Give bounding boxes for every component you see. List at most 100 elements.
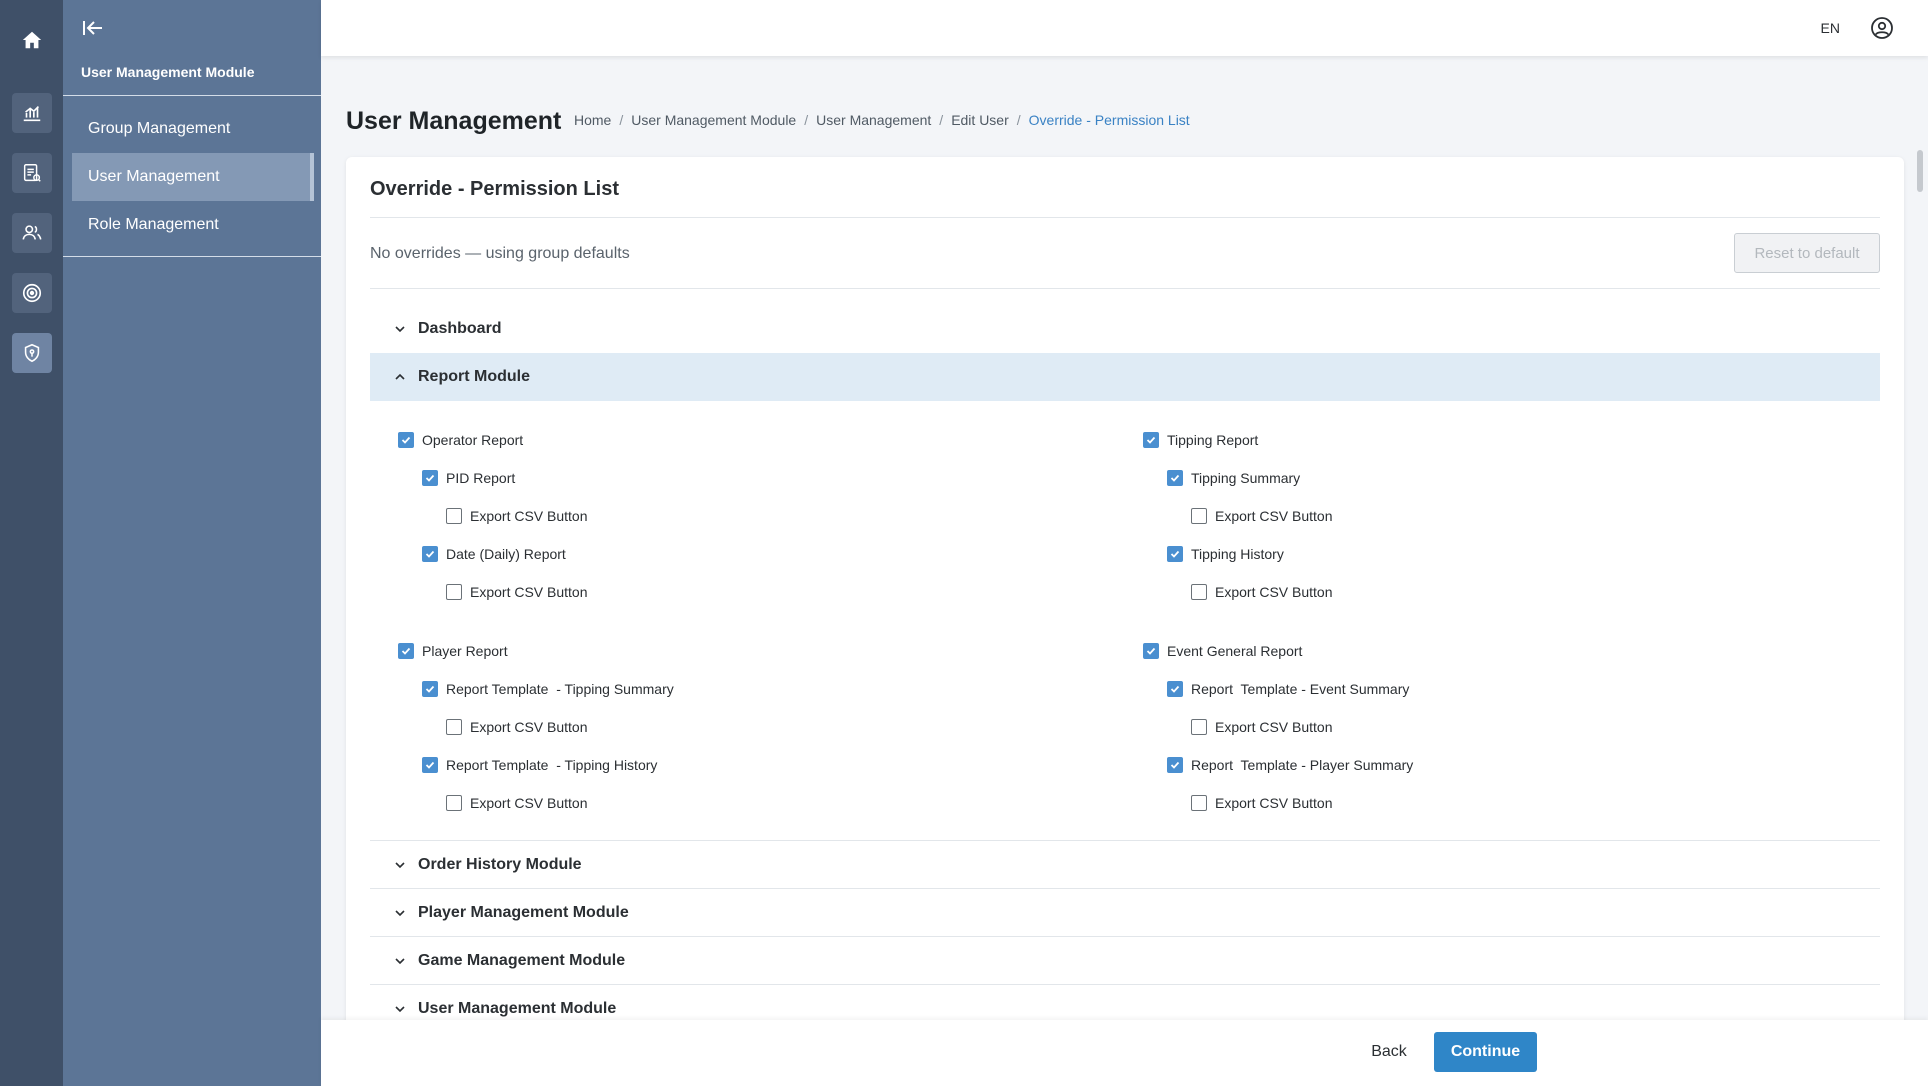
perm-tipping-report[interactable]: Tipping Report xyxy=(1143,432,1258,448)
perm-label: Export CSV Button xyxy=(470,719,588,735)
section-label: Dashboard xyxy=(418,320,502,337)
checkbox-unchecked[interactable] xyxy=(1191,719,1207,735)
breadcrumb-separator: / xyxy=(939,112,944,128)
perm-template-event-summary[interactable]: Report Template - Event Summary xyxy=(1167,681,1409,697)
checkbox-unchecked[interactable] xyxy=(1191,584,1207,600)
perm-tipping-summary[interactable]: Tipping Summary xyxy=(1167,470,1300,486)
section-dashboard[interactable]: Dashboard xyxy=(370,305,1880,353)
perm-label: Player Report xyxy=(422,643,508,659)
checkbox-checked[interactable] xyxy=(1143,432,1159,448)
checkbox-unchecked[interactable] xyxy=(446,508,462,524)
chevron-down-icon xyxy=(395,1006,405,1013)
users-icon[interactable] xyxy=(12,213,52,253)
checkbox-checked[interactable] xyxy=(1167,546,1183,562)
checkbox-checked[interactable] xyxy=(1143,643,1159,659)
perm-label: PID Report xyxy=(446,470,516,486)
continue-button[interactable]: Continue xyxy=(1434,1032,1537,1072)
breadcrumb-separator: / xyxy=(1016,112,1021,128)
perm-label: Tipping Summary xyxy=(1191,470,1301,486)
chevron-up-icon xyxy=(395,373,405,380)
perm-tipping-history-export-csv[interactable]: Export CSV Button xyxy=(446,795,588,811)
perm-label: Report Template - Tipping Summary xyxy=(446,681,674,697)
sidebar-divider xyxy=(63,256,321,257)
back-button[interactable]: Back xyxy=(1349,1032,1429,1072)
checkbox-checked[interactable] xyxy=(422,757,438,773)
breadcrumb-home[interactable]: Home xyxy=(574,112,611,128)
checkbox-checked[interactable] xyxy=(398,643,414,659)
report-chart-icon[interactable] xyxy=(12,93,52,133)
perm-player-report[interactable]: Player Report xyxy=(398,643,508,659)
perm-tipping-history[interactable]: Tipping History xyxy=(1167,546,1284,562)
sidebar-item-group-management[interactable]: Group Management xyxy=(72,105,310,153)
perm-pid-export-csv[interactable]: Export CSV Button xyxy=(446,508,588,524)
checkbox-unchecked[interactable] xyxy=(446,795,462,811)
perm-label: Event General Report xyxy=(1167,643,1303,659)
perm-label: Report Template - Event Summary xyxy=(1191,681,1410,697)
perm-label: Date (Daily) Report xyxy=(446,546,566,562)
checkbox-checked[interactable] xyxy=(1167,681,1183,697)
perm-label: Export CSV Button xyxy=(1215,795,1333,811)
perm-label: Export CSV Button xyxy=(1215,719,1333,735)
perm-date-daily-report[interactable]: Date (Daily) Report xyxy=(422,546,566,562)
perm-player-summary-csv[interactable]: Export CSV Button xyxy=(1191,795,1333,811)
breadcrumb-user-management[interactable]: User Management xyxy=(816,112,931,128)
perm-date-export-csv[interactable]: Export CSV Button xyxy=(446,584,588,600)
perm-template-tipping-summary[interactable]: Report Template - Tipping Summary xyxy=(422,681,674,697)
perm-label: Tipping Report xyxy=(1167,432,1259,448)
perm-event-general-report[interactable]: Event General Report xyxy=(1143,643,1302,659)
perm-pid-report[interactable]: PID Report xyxy=(422,470,515,486)
chevron-down-icon xyxy=(395,910,405,917)
target-icon[interactable] xyxy=(12,273,52,313)
checkbox-checked[interactable] xyxy=(398,432,414,448)
section-game-management[interactable]: Game Management Module xyxy=(370,937,1880,985)
breadcrumb-current: Override - Permission List xyxy=(1028,112,1190,128)
breadcrumb-user-management-module[interactable]: User Management Module xyxy=(631,112,796,128)
shield-icon[interactable] xyxy=(12,333,52,373)
module-sidebar: User Management Module Group Management … xyxy=(63,0,321,1086)
checkbox-checked[interactable] xyxy=(422,470,438,486)
user-account-icon[interactable] xyxy=(1870,16,1894,40)
collapse-sidebar-icon[interactable] xyxy=(81,17,105,39)
page-scrollbar[interactable] xyxy=(1917,150,1923,192)
perm-label: Report Template - Player Summary xyxy=(1191,757,1414,773)
sidebar-item-role-management[interactable]: Role Management xyxy=(72,201,310,249)
checkbox-unchecked[interactable] xyxy=(1191,795,1207,811)
perm-label: Operator Report xyxy=(422,432,524,448)
checkbox-checked[interactable] xyxy=(422,681,438,697)
perm-tipping-summary-csv[interactable]: Export CSV Button xyxy=(1191,508,1333,524)
divider xyxy=(370,217,1880,218)
perm-label: Export CSV Button xyxy=(1215,584,1333,600)
perm-template-player-summary[interactable]: Report Template - Player Summary xyxy=(1167,757,1413,773)
perm-template-tipping-history[interactable]: Report Template - Tipping History xyxy=(422,757,657,773)
section-label: User Management Module xyxy=(418,1000,617,1017)
checkbox-checked[interactable] xyxy=(422,546,438,562)
section-label: Game Management Module xyxy=(418,952,626,969)
page-title: User Management xyxy=(346,107,562,135)
perm-label: Export CSV Button xyxy=(470,795,588,811)
checkbox-unchecked[interactable] xyxy=(446,584,462,600)
perm-event-summary-csv[interactable]: Export CSV Button xyxy=(1191,719,1333,735)
chevron-down-icon xyxy=(395,326,405,333)
checkbox-unchecked[interactable] xyxy=(1191,508,1207,524)
breadcrumb-edit-user[interactable]: Edit User xyxy=(951,112,1009,128)
checkbox-unchecked[interactable] xyxy=(446,719,462,735)
reset-to-default-button[interactable]: Reset to default xyxy=(1734,233,1880,273)
section-report-module[interactable]: Report Module xyxy=(370,353,1880,401)
perm-operator-report[interactable]: Operator Report xyxy=(398,432,523,448)
home-icon[interactable] xyxy=(12,20,52,60)
checkbox-checked[interactable] xyxy=(1167,470,1183,486)
section-player-management[interactable]: Player Management Module xyxy=(370,889,1880,937)
section-order-history[interactable]: Order History Module xyxy=(370,841,1880,889)
section-label: Order History Module xyxy=(418,856,582,873)
action-footer: Back Continue xyxy=(321,1020,1928,1086)
icon-rail xyxy=(0,0,63,1086)
checkbox-checked[interactable] xyxy=(1167,757,1183,773)
section-label: Player Management Module xyxy=(418,904,629,921)
document-search-icon[interactable] xyxy=(12,153,52,193)
sidebar-item-user-management[interactable]: User Management xyxy=(72,153,314,201)
language-selector[interactable]: EN xyxy=(1821,20,1840,36)
perm-tipping-summary-export-csv[interactable]: Export CSV Button xyxy=(446,719,588,735)
sidebar-divider xyxy=(63,95,321,96)
perm-tipping-history-csv[interactable]: Export CSV Button xyxy=(1191,584,1333,600)
section-label: Report Module xyxy=(418,368,530,385)
